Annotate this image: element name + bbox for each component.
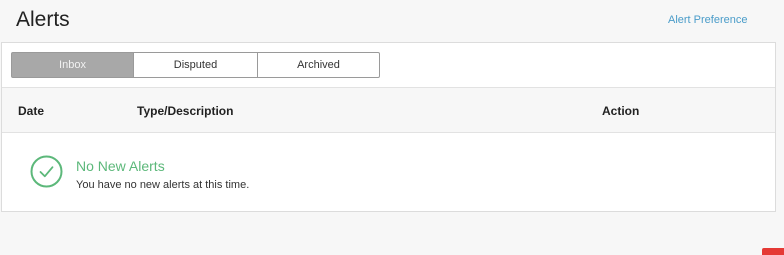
column-header-action: Action xyxy=(602,104,640,118)
check-circle-icon xyxy=(30,155,63,188)
table-header: Date Type/Description Action xyxy=(2,87,775,133)
alerts-page: Alerts Alert Preference Inbox Disputed A… xyxy=(0,0,784,255)
empty-state-title: No New Alerts xyxy=(76,158,165,174)
column-header-date: Date xyxy=(18,104,45,118)
alert-tabs: Inbox Disputed Archived xyxy=(11,52,380,78)
empty-state-message: You have no new alerts at this time. xyxy=(76,179,250,191)
corner-notification-badge[interactable] xyxy=(762,248,784,255)
tab-inbox[interactable]: Inbox xyxy=(11,52,134,78)
tab-disputed[interactable]: Disputed xyxy=(133,52,258,78)
tab-archived[interactable]: Archived xyxy=(257,52,380,78)
page-title: Alerts xyxy=(16,8,70,31)
alerts-panel: Inbox Disputed Archived Date Type/Descri… xyxy=(1,42,776,212)
column-header-type-description: Type/Description xyxy=(137,104,234,118)
alert-preference-link[interactable]: Alert Preference xyxy=(668,14,747,26)
